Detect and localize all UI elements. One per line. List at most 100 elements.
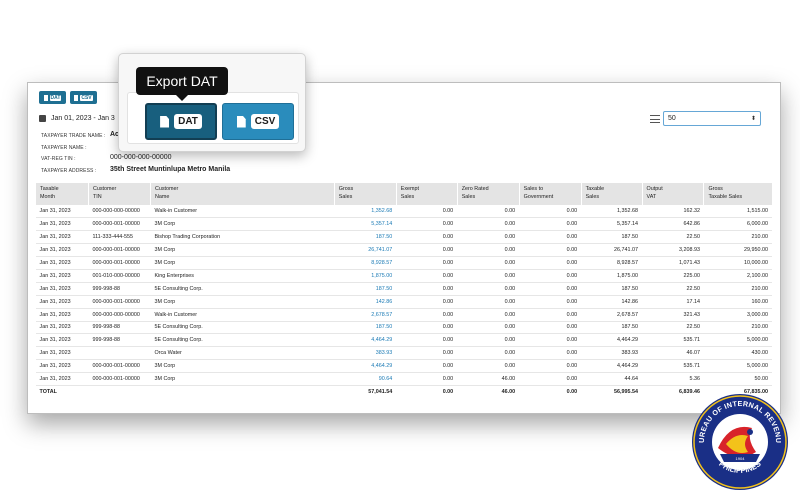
table-cell: 0.00	[457, 321, 520, 335]
table-cell: 210.00	[703, 321, 772, 335]
seal-year: 1904	[736, 456, 746, 461]
table-cell: 0.00	[519, 243, 582, 258]
table-cell: 000-000-001-00000	[88, 217, 151, 232]
file-icon	[74, 94, 79, 101]
table-cell: Jan 31, 2023	[35, 308, 89, 322]
table-cell: 321.43	[642, 308, 704, 322]
table-cell: 0.00	[519, 217, 582, 232]
table-cell: 44.64	[581, 372, 643, 386]
file-icon	[236, 115, 246, 128]
table-cell: 0.00	[519, 295, 582, 309]
table-cell: 5.36	[642, 372, 704, 386]
list-icon	[650, 114, 660, 124]
address-label: TAXPAYER ADDRESS :	[41, 168, 97, 174]
tooltip-arrow	[176, 95, 188, 101]
column-header[interactable]: Customer TIN	[87, 183, 151, 205]
table-cell[interactable]: 1,875.00	[334, 269, 397, 283]
table-cell[interactable]: 4,464.29	[334, 359, 397, 374]
column-header[interactable]: Output VAT	[641, 183, 704, 205]
table-cell: 0.00	[396, 217, 458, 232]
table-cell: 4,464.29	[581, 359, 643, 374]
table-cell: 0.00	[396, 359, 458, 374]
column-header-line: Customer	[154, 186, 179, 192]
table-row: Jan 31, 2023 000-000-000-00000 Walk-in Cus…	[35, 205, 772, 219]
column-header[interactable]: Sales to Government	[518, 183, 582, 205]
table-cell: 142.86	[581, 295, 643, 309]
column-header[interactable]: Gross Sales	[333, 183, 397, 205]
table-cell: 0.00	[457, 346, 520, 361]
table-cell: Jan 31, 2023	[35, 256, 89, 270]
export-csv-small-button[interactable]: CSV	[70, 91, 97, 104]
table-cell: 210.00	[703, 282, 772, 296]
table-cell[interactable]: 26,741.07	[334, 243, 397, 258]
table-cell: 8,928.57	[581, 256, 643, 270]
table-cell: 0.00	[457, 359, 520, 374]
table-cell[interactable]: 8,928.57	[334, 256, 397, 270]
table-cell: 001-010-000-00000	[88, 269, 151, 283]
table-cell: 0.00	[396, 372, 458, 386]
column-header[interactable]: Exempt Sales	[395, 183, 458, 205]
table-cell: 0.00	[396, 269, 458, 283]
table-cell[interactable]: 90.64	[334, 372, 397, 386]
table-cell: 535.71	[642, 333, 704, 348]
table-cell: 3,208.93	[642, 243, 704, 258]
table-cell[interactable]: 187.50	[334, 321, 397, 335]
table-cell[interactable]: 187.50	[334, 282, 397, 296]
table-cell: Jan 31, 2023	[35, 205, 89, 219]
column-header[interactable]: Taxable Month	[35, 183, 89, 205]
table-cell: 0.00	[396, 205, 458, 219]
table-cell: Jan 31, 2023	[35, 346, 89, 361]
table-cell[interactable]: 1,352.68	[334, 205, 397, 219]
table-cell: 210.00	[703, 230, 772, 245]
table-cell: 0.00	[457, 295, 520, 309]
table-cell: 22.50	[642, 282, 704, 296]
column-header[interactable]: Zero Rated Sales	[456, 183, 520, 205]
table-cell[interactable]: 5,357.14	[334, 217, 397, 232]
table-cell: 0.00	[396, 308, 458, 322]
page-size-select[interactable]: 50 ⬍	[663, 111, 761, 126]
column-header-line: Exempt	[400, 186, 420, 192]
table-cell[interactable]: 142.86	[334, 295, 397, 309]
table-cell: 000-000-001-00000	[88, 256, 151, 270]
column-header-line: Month	[40, 194, 55, 200]
column-header-line: Zero Rated	[461, 186, 489, 192]
table-cell: 1,071.43	[642, 256, 704, 270]
column-header[interactable]: Taxable Sales	[580, 183, 643, 205]
table-cell: 111-333-444-555	[88, 230, 151, 245]
column-header[interactable]: Customer Name	[149, 183, 335, 205]
table-cell: 2,100.00	[703, 269, 772, 283]
table-cell: 0.00	[519, 359, 582, 374]
column-header-line: Output	[646, 186, 663, 192]
date-range-text: Jan 01, 2023 - Jan 3	[51, 114, 115, 122]
table-cell[interactable]: 187.50	[334, 230, 397, 245]
table-cell: 5E Consulting Corp.	[150, 333, 335, 348]
table-cell[interactable]: 383.93	[334, 346, 397, 361]
table-cell: 0.00	[442, 389, 454, 396]
table-cell: 0.00	[519, 333, 582, 348]
table-cell: 5E Consulting Corp.	[150, 282, 335, 296]
export-dat-small-button[interactable]: DAT	[39, 91, 66, 104]
table-cell: 5,000.00	[703, 359, 772, 374]
table-cell: 0.00	[457, 243, 520, 258]
table-cell: 0.00	[396, 346, 458, 361]
column-header-line: Taxable	[40, 186, 59, 192]
table-row: Jan 31, 2023 999-998-88 5E Consulting Corp…	[35, 321, 772, 335]
table-cell: 1,515.00	[703, 205, 772, 219]
column-header-line: Government	[523, 194, 554, 200]
table-cell: 0.00	[519, 282, 582, 296]
table-cell[interactable]: 4,464.29	[334, 333, 397, 348]
csv-small-label: CSV	[80, 94, 93, 101]
table-cell: Jan 31, 2023	[35, 282, 89, 296]
table-cell: 0.00	[566, 389, 578, 396]
export-dat-button[interactable]: DAT	[145, 103, 217, 140]
table-row: Jan 31, 2023 000-000-000-00000 Walk-in Cus…	[35, 308, 772, 322]
export-csv-button[interactable]: CSV	[222, 103, 294, 140]
export-dat-tooltip: Export DAT	[136, 67, 228, 95]
table-cell: 162.32	[642, 205, 704, 219]
table-cell: 642.86	[642, 217, 704, 232]
column-header[interactable]: Gross Taxable Sales	[703, 183, 772, 205]
table-cell: 0.00	[396, 243, 458, 258]
table-cell: 0.00	[457, 282, 520, 296]
column-header-line: TIN	[92, 194, 102, 200]
table-cell[interactable]: 2,678.57	[334, 308, 397, 322]
